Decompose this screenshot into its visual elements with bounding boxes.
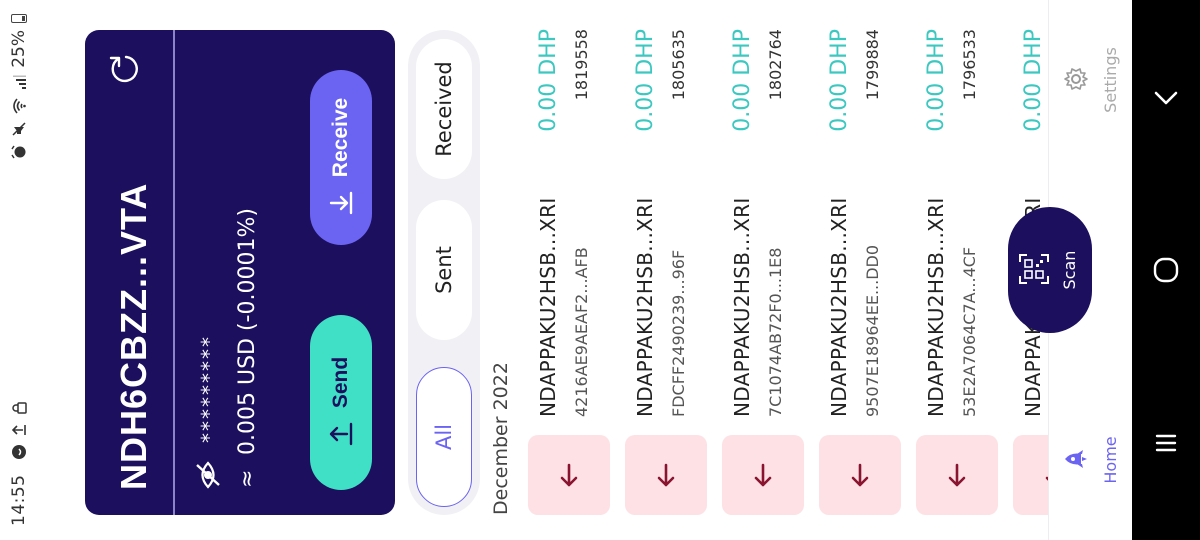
lock-icon xyxy=(12,402,27,414)
transaction-amount: 0.00 DHP xyxy=(827,29,852,132)
qr-code-icon xyxy=(1019,254,1049,284)
receive-button[interactable]: Receive xyxy=(310,70,372,245)
tab-sent[interactable]: Sent xyxy=(416,200,472,340)
received-indicator xyxy=(528,435,610,515)
system-nav-bar xyxy=(1132,0,1200,540)
filter-tabs: All Sent Received xyxy=(408,30,480,515)
transaction-amount: 0.00 DHP xyxy=(730,29,755,132)
recent-apps-icon[interactable] xyxy=(1149,426,1183,460)
approx-symbol: ≈ xyxy=(235,469,260,488)
month-header: December 2022 xyxy=(490,362,512,515)
notification-icons xyxy=(11,400,27,460)
transaction-block: 1805635 xyxy=(669,29,688,101)
transaction-address: NDAPPAKU2HSB...XRI xyxy=(730,197,754,417)
status-time: 14:55 xyxy=(9,474,29,527)
received-indicator xyxy=(625,435,707,515)
wifi-icon xyxy=(13,98,26,114)
rocket-icon xyxy=(1065,450,1087,468)
alarm-icon xyxy=(11,145,26,159)
arrow-left-icon xyxy=(657,463,675,487)
home-circle-icon[interactable] xyxy=(1149,253,1183,287)
transaction-amount: 0.00 DHP xyxy=(924,29,949,132)
back-icon[interactable] xyxy=(1149,80,1183,114)
gear-icon xyxy=(1064,68,1088,90)
transaction-block: 1802764 xyxy=(766,29,785,101)
status-bar: 14:55 25% xyxy=(0,0,40,540)
arrow-left-icon xyxy=(754,463,772,487)
battery-percent: 25% xyxy=(9,30,29,68)
arrow-left-icon xyxy=(948,463,966,487)
transaction-row[interactable]: NDAPPAKU2HSB...XRI 7C1074AB72F0...1E8 0.… xyxy=(722,15,804,515)
nav-home-label: Home xyxy=(1101,436,1120,484)
system-status: 25% xyxy=(9,14,29,160)
tab-received[interactable]: Received xyxy=(416,39,472,179)
transaction-row[interactable]: NDAPPAKU2HSB...XRI 53E2A7064C7A...4CF 0.… xyxy=(916,15,998,515)
transaction-hash: 53E2A7064C7A...4CF xyxy=(960,246,979,417)
transaction-block: 1796533 xyxy=(960,29,979,101)
received-indicator xyxy=(916,435,998,515)
upload-icon xyxy=(11,425,26,435)
transaction-amount: 0.00 DHP xyxy=(1021,29,1046,132)
transaction-row[interactable]: NDAPPAKU2HSB...XRI 4216AE9AEAF2...AFB 0.… xyxy=(528,15,610,515)
whatsapp-icon xyxy=(12,445,26,459)
transaction-row[interactable]: NDAPPAKU2HSB...XRI 9507E18964EE...DD0 0.… xyxy=(819,15,901,515)
tab-all[interactable]: All xyxy=(416,367,472,507)
transaction-address: NDAPPAKU2HSB...XRI xyxy=(827,197,851,417)
transaction-hash: FDCFF2490239...96F xyxy=(669,249,688,417)
mute-icon xyxy=(12,122,26,136)
send-icon xyxy=(329,422,353,446)
fiat-value: 0.005 USD (-0.0001%) xyxy=(235,208,260,455)
arrow-left-icon xyxy=(560,463,578,487)
transaction-block: 1799884 xyxy=(863,29,882,101)
received-indicator xyxy=(819,435,901,515)
transaction-block: 1819558 xyxy=(572,29,591,101)
wallet-card: NDH6CBZZ...VTA ********* ≈ 0.005 USD (-0… xyxy=(85,30,395,515)
nav-home[interactable]: Home xyxy=(1059,400,1129,520)
transaction-address: NDAPPAKU2HSB...XRI xyxy=(633,197,657,417)
nav-settings[interactable]: Settings xyxy=(1059,20,1129,140)
transaction-amount: 0.00 DHP xyxy=(536,29,561,132)
refresh-icon[interactable] xyxy=(105,50,143,88)
battery-icon xyxy=(11,14,27,23)
scan-button[interactable]: Scan xyxy=(1008,207,1092,333)
arrow-left-icon xyxy=(851,463,869,487)
masked-balance: ********* xyxy=(197,335,221,443)
transaction-address: NDAPPAKU2HSB...XRI xyxy=(536,197,560,417)
wallet-address[interactable]: NDH6CBZZ...VTA xyxy=(113,183,155,490)
transaction-amount: 0.00 DHP xyxy=(633,29,658,132)
signal-icon xyxy=(13,75,26,89)
receive-label: Receive xyxy=(329,97,352,178)
received-indicator xyxy=(722,435,804,515)
transaction-row[interactable]: NDAPPAKU2HSB...XRI FDCFF2490239...96F 0.… xyxy=(625,15,707,515)
transaction-address: NDAPPAKU2HSB...XRI xyxy=(924,197,948,417)
transaction-hash: 4216AE9AEAF2...AFB xyxy=(572,247,591,417)
receive-icon xyxy=(329,192,353,215)
transaction-hash: 9507E18964EE...DD0 xyxy=(863,244,882,417)
transaction-hash: 7C1074AB72F0...1E8 xyxy=(766,247,785,417)
nav-settings-label: Settings xyxy=(1101,47,1120,113)
app-screen: 14:55 25% NDH6CBZZ...VTA ********* ≈ 0.0… xyxy=(0,0,1200,540)
scan-label: Scan xyxy=(1060,250,1079,290)
send-label: Send xyxy=(329,356,352,409)
send-button[interactable]: Send xyxy=(310,315,372,490)
card-divider xyxy=(173,30,175,515)
eye-slash-icon[interactable] xyxy=(193,460,223,490)
